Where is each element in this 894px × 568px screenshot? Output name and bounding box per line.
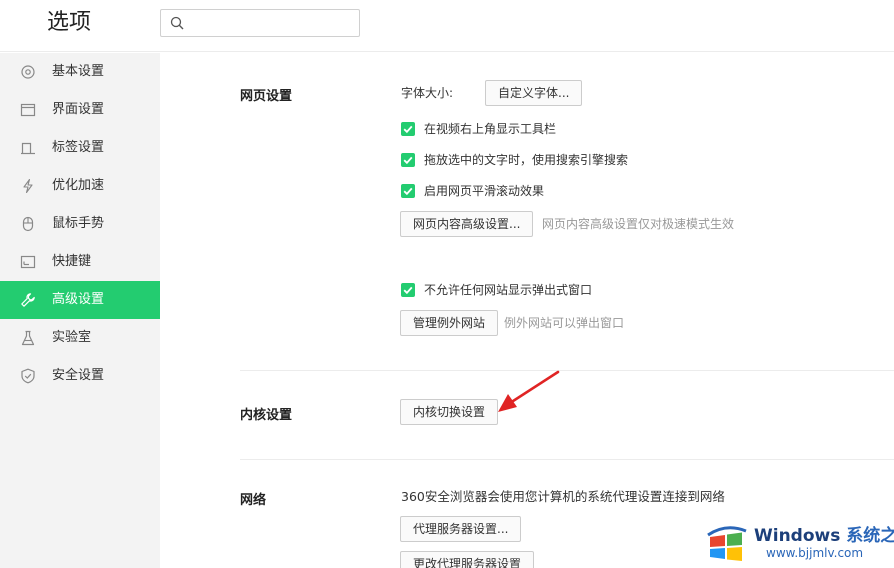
checkbox-checked-icon[interactable] xyxy=(401,153,415,167)
checkbox-checked-icon[interactable] xyxy=(401,122,415,136)
watermark-brand-cn: 系统之家 xyxy=(846,526,894,546)
section-title-kernel: 内核设置 xyxy=(240,408,293,423)
advanced-content-button[interactable]: 网页内容高级设置... xyxy=(400,211,534,237)
section-divider xyxy=(240,370,894,371)
keyboard-icon xyxy=(20,255,36,269)
exceptions-hint: 例外网站可以弹出窗口 xyxy=(504,316,625,330)
sidebar-item-label: 界面设置 xyxy=(52,102,105,117)
header: 选项 xyxy=(0,0,894,52)
section-divider xyxy=(240,459,894,460)
change-proxy-button[interactable]: 更改代理服务器设置 xyxy=(400,551,535,568)
search-icon xyxy=(170,16,184,30)
kernel-switch-button[interactable]: 内核切换设置 xyxy=(400,399,499,425)
watermark-brand-en: Windows xyxy=(754,526,841,546)
shield-icon xyxy=(21,368,35,384)
sidebar: 基本设置 界面设置 标签设置 优化加速 鼠标手势 快捷键 高级设置 实验室 安全… xyxy=(0,53,160,568)
sidebar-item-basic[interactable]: 基本设置 xyxy=(0,53,160,91)
font-size-label: 字体大小: xyxy=(401,86,454,100)
flask-icon xyxy=(21,330,35,346)
sidebar-item-label: 安全设置 xyxy=(52,368,105,383)
lightning-icon xyxy=(23,178,33,194)
sidebar-item-security[interactable]: 安全设置 xyxy=(0,357,160,395)
sidebar-item-lab[interactable]: 实验室 xyxy=(0,319,160,357)
sidebar-item-label: 快捷键 xyxy=(52,254,92,269)
page-title: 选项 xyxy=(47,10,92,35)
sidebar-item-label: 基本设置 xyxy=(52,64,105,79)
network-description: 360安全浏览器会使用您计算机的系统代理设置连接到网络 xyxy=(401,489,725,504)
sidebar-item-advanced[interactable]: 高级设置 xyxy=(0,281,160,319)
sidebar-item-label: 高级设置 xyxy=(52,292,105,307)
watermark-url: www.bjjmlv.com xyxy=(766,546,864,560)
sidebar-item-interface[interactable]: 界面设置 xyxy=(0,91,160,129)
sidebar-item-label: 鼠标手势 xyxy=(52,216,105,231)
manage-exceptions-button[interactable]: 管理例外网站 xyxy=(400,310,499,336)
checkbox-label: 拖放选中的文字时，使用搜索引擎搜索 xyxy=(424,153,629,167)
checkbox-label: 在视频右上角显示工具栏 xyxy=(424,122,557,136)
search-input[interactable] xyxy=(189,13,353,33)
search-box[interactable] xyxy=(160,9,360,37)
mouse-icon xyxy=(22,216,34,232)
sidebar-item-label: 实验室 xyxy=(52,330,92,345)
sidebar-item-label: 标签设置 xyxy=(52,140,105,155)
window-icon xyxy=(20,103,36,117)
custom-font-button[interactable]: 自定义字体... xyxy=(485,80,583,106)
red-arrow-annotation xyxy=(498,370,560,412)
checkbox-label: 启用网页平滑滚动效果 xyxy=(424,184,545,198)
checkbox-checked-icon[interactable] xyxy=(401,283,415,297)
checkbox-label: 不允许任何网站显示弹出式窗口 xyxy=(424,283,593,297)
section-title-network: 网络 xyxy=(240,493,267,508)
watermark: Windows 系统之家 www.bjjmlv.com xyxy=(704,515,894,568)
sidebar-item-optimize[interactable]: 优化加速 xyxy=(0,167,160,205)
sidebar-item-label: 优化加速 xyxy=(52,178,105,193)
section-title-web: 网页设置 xyxy=(240,89,293,104)
tab-icon xyxy=(21,142,35,155)
advanced-content-hint: 网页内容高级设置仅对极速模式生效 xyxy=(542,217,735,231)
sidebar-item-shortcuts[interactable]: 快捷键 xyxy=(0,243,160,281)
proxy-settings-button[interactable]: 代理服务器设置... xyxy=(400,516,522,542)
checkbox-checked-icon[interactable] xyxy=(401,184,415,198)
target-icon xyxy=(21,65,35,79)
sidebar-item-tabs[interactable]: 标签设置 xyxy=(0,129,160,167)
windows-logo-icon xyxy=(707,526,747,561)
watermark-brand: Windows 系统之家 xyxy=(754,521,894,546)
sidebar-item-mouse[interactable]: 鼠标手势 xyxy=(0,205,160,243)
wrench-icon xyxy=(21,293,35,307)
